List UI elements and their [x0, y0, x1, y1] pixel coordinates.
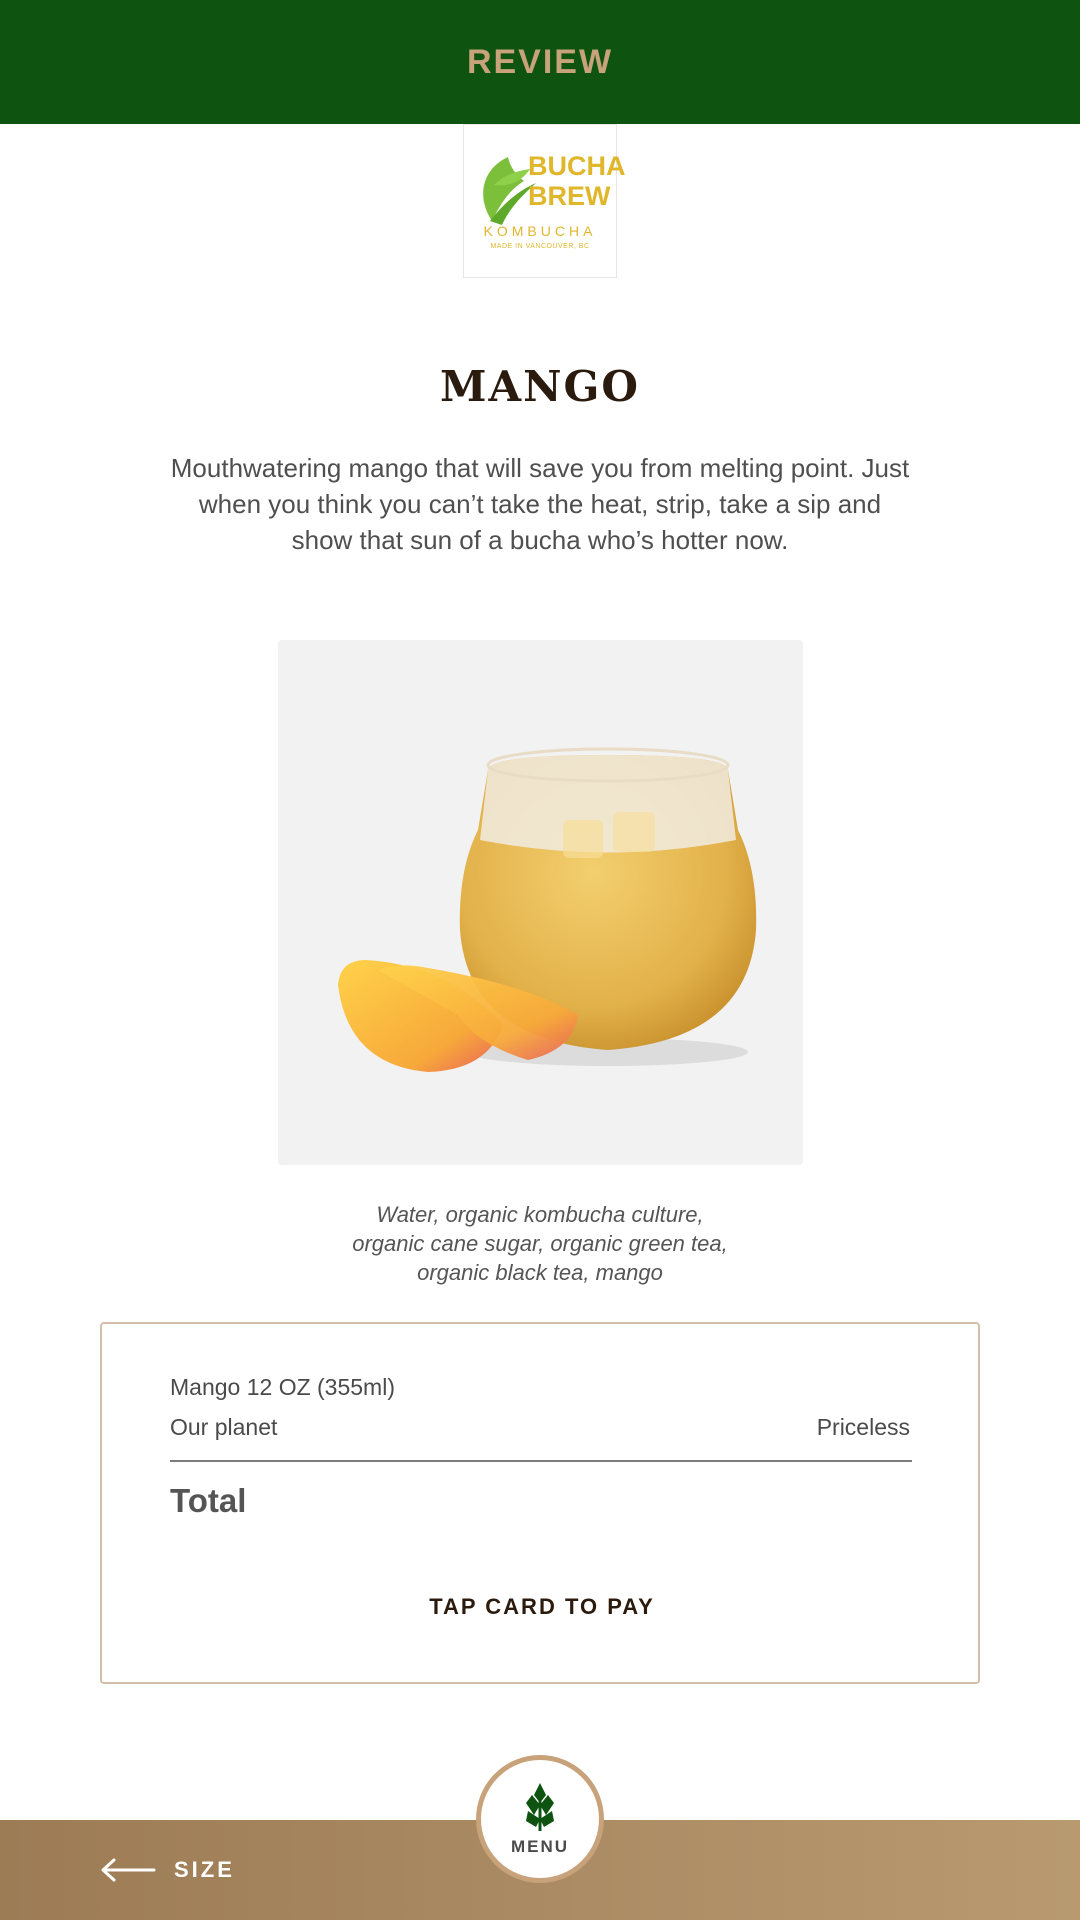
product-description: Mouthwatering mango that will save you f…	[170, 453, 910, 555]
product-name: MANGO	[440, 362, 640, 411]
menu-button-label: MENU	[510, 1837, 570, 1856]
back-to-size-button[interactable]: SIZE	[100, 1848, 235, 1892]
order-line-label: Our planet	[170, 1414, 278, 1440]
back-button-label: SIZE	[174, 1857, 235, 1882]
logo-text-origin: MADE IN VANCOUVER, BC	[490, 243, 590, 250]
arrow-left-icon	[101, 1858, 156, 1882]
total-label: Total	[170, 1482, 247, 1519]
order-item-name: Mango 12 OZ (355ml)	[170, 1374, 395, 1400]
order-line-price: Priceless	[816, 1414, 910, 1440]
logo-text-brew: BREW	[528, 181, 611, 211]
order-summary-card: Mango 12 OZ (355ml) Our planet Priceless…	[100, 1322, 980, 1684]
page-title: REVIEW	[466, 42, 614, 81]
menu-button[interactable]: MENU	[476, 1755, 604, 1883]
order-divider	[170, 1460, 912, 1462]
ingredients-line: organic black tea, mango	[417, 1260, 663, 1285]
logo-text-bucha: BUCHA	[528, 151, 626, 181]
header-bar: REVIEW	[0, 0, 1080, 124]
brand-logo: BUCHA BREW KOMBUCHA MADE IN VANCOUVER, B…	[463, 124, 626, 278]
ingredients-list: Water, organic kombucha culture, organic…	[240, 1200, 840, 1287]
product-photo	[278, 640, 803, 1165]
plant-icon	[526, 1783, 554, 1831]
ingredients-line: organic cane sugar, organic green tea,	[352, 1231, 728, 1256]
logo-text-kombucha: KOMBUCHA	[483, 223, 597, 239]
ingredients-line: Water, organic kombucha culture,	[376, 1202, 704, 1227]
tap-card-to-pay-button[interactable]: TAP CARD TO PAY	[222, 1584, 862, 1630]
